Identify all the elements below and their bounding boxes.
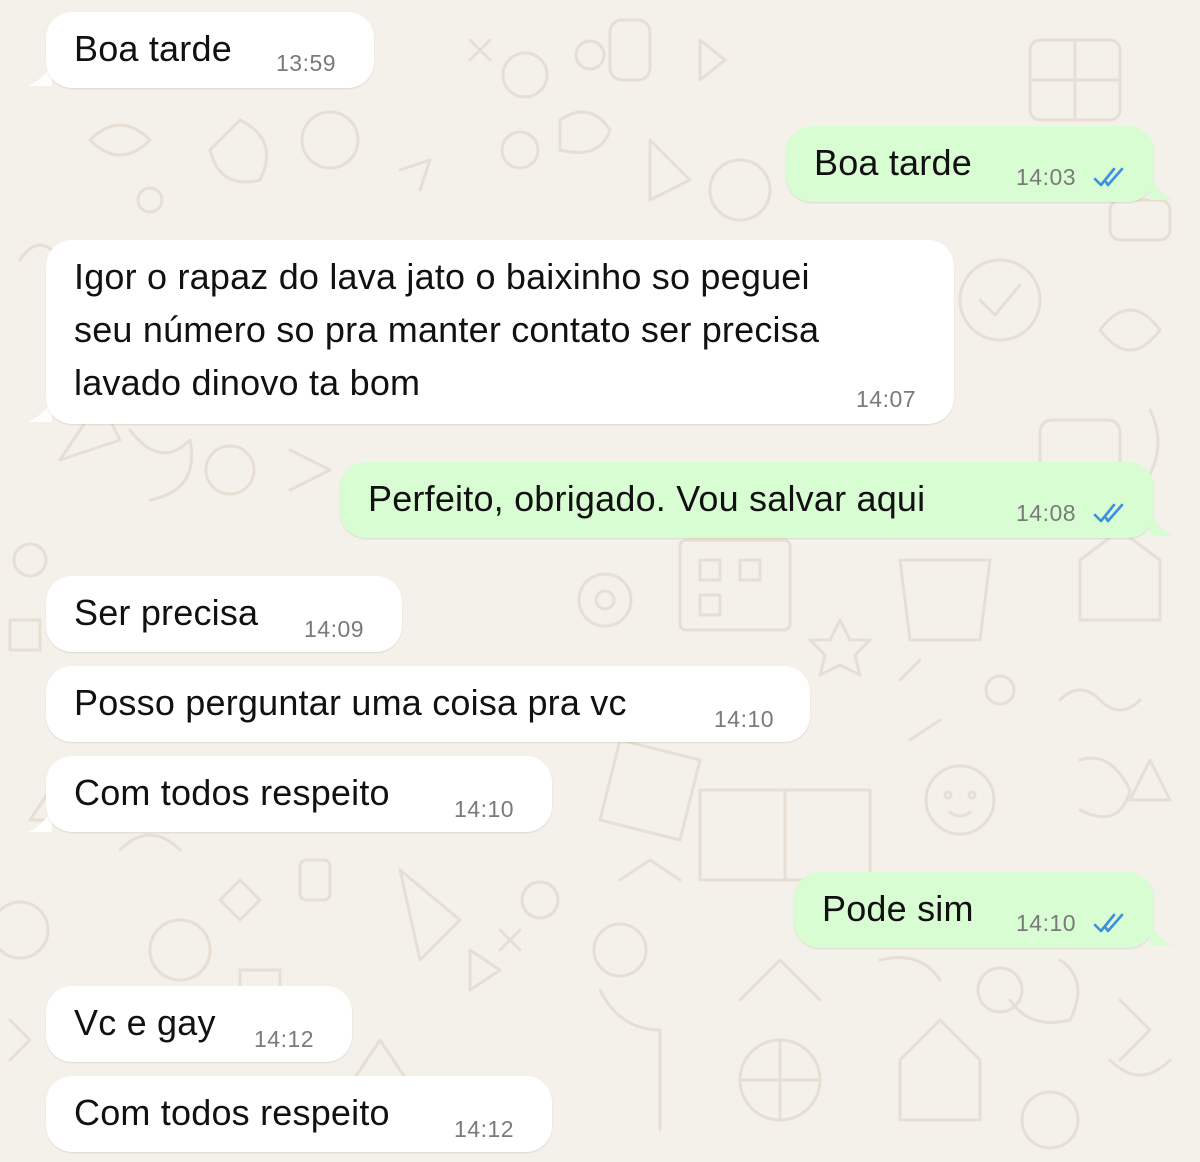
message-text: Com todos respeito	[74, 772, 390, 813]
incoming-message[interactable]: Vc e gay 14:12	[46, 986, 352, 1062]
bubble-tail	[1150, 514, 1174, 536]
message-line: lavado dinovo ta bom	[74, 362, 421, 403]
message-timestamp: 14:07	[856, 386, 917, 412]
message-text: Boa tarde	[814, 142, 972, 183]
message-text: Vc e gay	[74, 1002, 216, 1043]
message-text: Ser precisa	[74, 592, 259, 633]
message-timestamp: 14:09	[304, 616, 365, 642]
message-text: Com todos respeito	[74, 1092, 390, 1133]
incoming-message[interactable]: Com todos respeito 14:12	[46, 1076, 552, 1152]
message-timestamp: 14:08	[1016, 500, 1077, 526]
message-timestamp: 14:10	[1016, 910, 1077, 936]
incoming-message[interactable]: Ser precisa 14:09	[46, 576, 402, 652]
double-check-icon	[1093, 503, 1124, 523]
double-check-icon	[1093, 913, 1124, 933]
incoming-message[interactable]: Boa tarde 13:59	[46, 12, 374, 88]
message-text: Igor o rapaz do lava jato o baixinho so …	[74, 250, 819, 409]
message-text: Pode sim	[822, 888, 974, 929]
message-timestamp: 13:59	[276, 50, 337, 76]
incoming-message[interactable]: Com todos respeito 14:10	[46, 756, 552, 832]
message-text: Posso perguntar uma coisa pra vc	[74, 682, 627, 723]
message-text: Boa tarde	[74, 28, 232, 69]
message-timestamp: 14:03	[1016, 164, 1077, 190]
message-text: Perfeito, obrigado. Vou salvar aqui	[368, 478, 926, 519]
message-line: seu número so pra manter contato ser pre…	[74, 309, 820, 350]
outgoing-message[interactable]: Pode sim 14:10	[794, 872, 1154, 948]
outgoing-message[interactable]: Boa tarde 14:03	[786, 126, 1154, 202]
incoming-message[interactable]: Posso perguntar uma coisa pra vc 14:10	[46, 666, 810, 742]
outgoing-message[interactable]: Perfeito, obrigado. Vou salvar aqui 14:0…	[340, 462, 1154, 538]
bubble-tail	[1150, 924, 1174, 946]
message-line: Igor o rapaz do lava jato o baixinho so …	[74, 256, 810, 297]
message-timestamp: 14:12	[454, 1116, 515, 1142]
message-timestamp: 14:10	[454, 796, 515, 822]
message-timestamp: 14:10	[714, 706, 775, 732]
incoming-message[interactable]: Igor o rapaz do lava jato o baixinho so …	[46, 240, 954, 424]
double-check-icon	[1093, 167, 1124, 187]
message-timestamp: 14:12	[254, 1026, 315, 1052]
bubble-tail	[1150, 178, 1174, 200]
chat-area[interactable]: Boa tarde 13:59 Boa tarde 14:03 Igor o r…	[0, 0, 1200, 1162]
